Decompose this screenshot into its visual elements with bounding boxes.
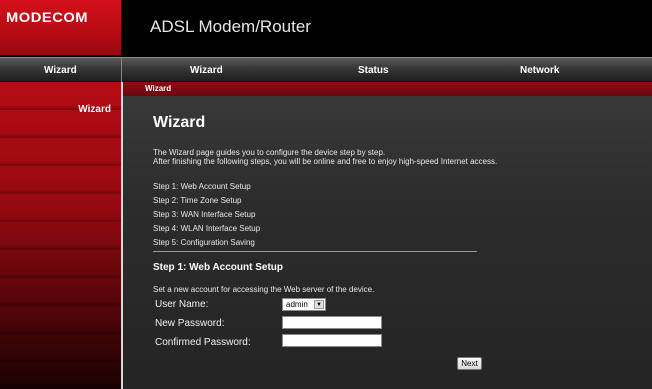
chevron-down-icon[interactable]: ▼ (314, 300, 324, 309)
next-button[interactable]: Next (457, 357, 482, 370)
confirm-password-label: Confirmed Password: (155, 337, 251, 348)
top-nav: Wizard Wizard Status Network (0, 57, 652, 83)
intro-line-1: The Wizard page guides you to configure … (153, 148, 386, 157)
step-item-2: Step 2: Time Zone Setup (153, 196, 242, 205)
page-title: Wizard (153, 114, 206, 131)
sidebar-item-wizard[interactable]: Wizard (78, 104, 111, 115)
breadcrumb: Wizard (123, 82, 652, 96)
tab-wizard[interactable]: Wizard (190, 65, 223, 76)
tab-network[interactable]: Network (520, 65, 559, 76)
steps-list: Step 1: Web Account Setup Step 2: Time Z… (153, 182, 260, 252)
new-password-field[interactable] (282, 316, 382, 329)
confirm-password-field[interactable] (282, 334, 382, 347)
tab-status[interactable]: Status (358, 65, 389, 76)
header: MODECOM ADSL Modem/Router (0, 0, 652, 55)
logo-text: MODECOM (6, 9, 89, 25)
user-name-label: User Name: (155, 299, 209, 310)
breadcrumb-label: Wizard (145, 84, 172, 93)
user-name-value: admin (286, 300, 308, 309)
new-password-label: New Password: (155, 318, 225, 329)
step-item-3: Step 3: WAN Interface Setup (153, 210, 256, 219)
brand-logo: MODECOM (0, 0, 121, 55)
step-item-4: Step 4: WLAN Interface Setup (153, 224, 261, 233)
nav-left-wizard[interactable]: Wizard (44, 65, 77, 76)
step-item-5: Step 5: Configuration Saving (153, 238, 255, 247)
section-divider (153, 251, 477, 252)
section-title: Step 1: Web Account Setup (153, 262, 284, 273)
intro-text: The Wizard page guides you to configure … (153, 148, 533, 166)
section-description: Set a new account for accessing the Web … (153, 285, 375, 294)
router-admin-page: MODECOM ADSL Modem/Router Wizard Wizard … (0, 0, 652, 389)
nav-divider (121, 58, 122, 83)
app-title: ADSL Modem/Router (150, 17, 311, 36)
sidebar-shading: Wizard (0, 82, 121, 389)
step-item-1: Step 1: Web Account Setup (153, 182, 251, 191)
main-content: Wizard Wizard The Wizard page guides you… (123, 82, 652, 389)
user-name-select[interactable]: admin ▼ (282, 298, 326, 311)
intro-line-2: After finishing the following steps, you… (153, 157, 498, 166)
